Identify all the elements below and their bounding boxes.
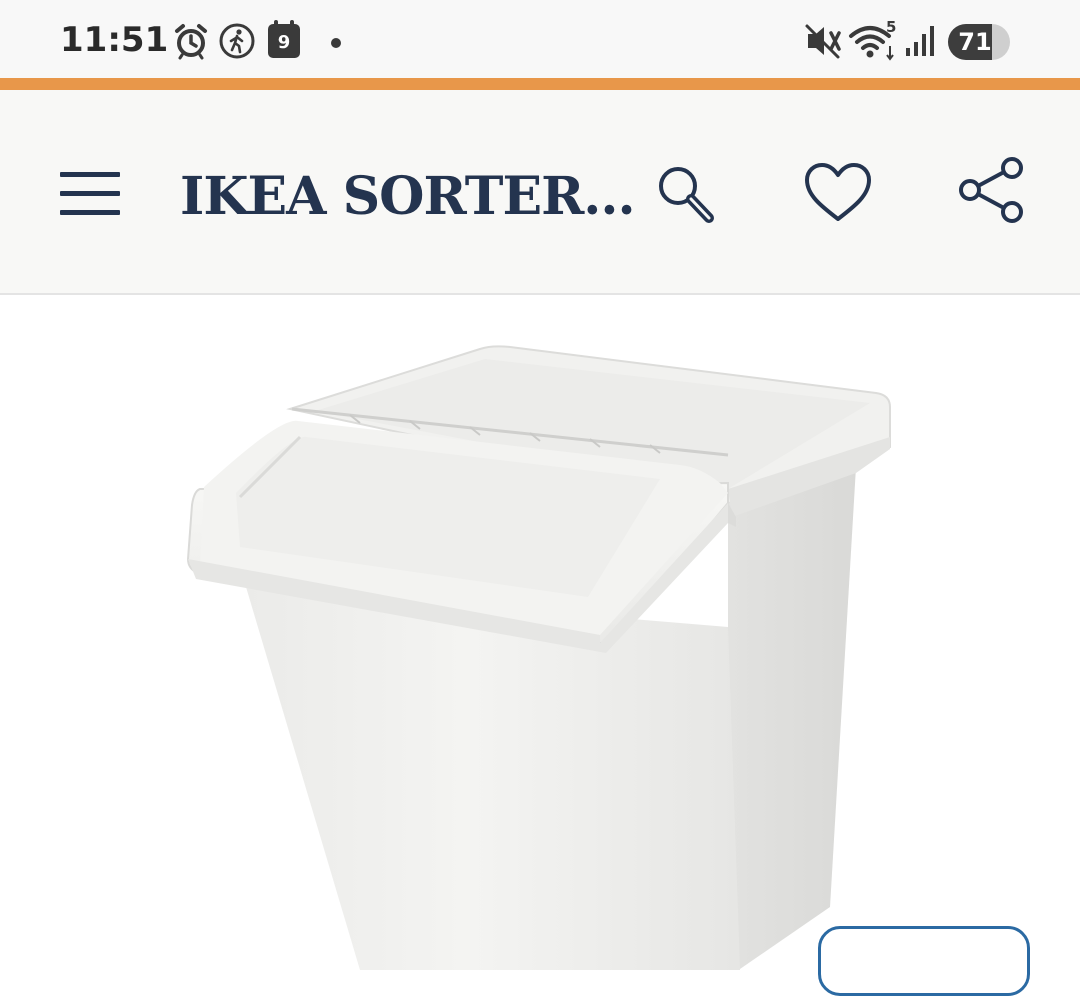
status-time: 11:51 — [60, 20, 169, 60]
walking-icon — [219, 23, 255, 59]
signal-icon — [906, 26, 934, 56]
battery-icon: 71 — [948, 24, 1010, 60]
alarm-icon — [175, 24, 207, 60]
app-header: IKEA SORTER... — [0, 90, 1080, 295]
status-bar: 11:51 9 5 71 — [0, 0, 1080, 78]
wifi-label: 5 — [886, 18, 897, 36]
heart-icon[interactable] — [803, 162, 873, 224]
battery-level: 71 — [958, 28, 992, 56]
calendar-icon: 9 — [268, 20, 300, 58]
mute-icon — [805, 24, 841, 59]
menu-icon[interactable] — [60, 172, 120, 216]
accent-bar — [0, 78, 1080, 90]
floating-action-button[interactable] — [818, 926, 1030, 996]
notification-dot — [331, 38, 341, 48]
product-image[interactable] — [180, 297, 900, 970]
share-icon[interactable] — [956, 156, 1026, 224]
page-title: IKEA SORTER... — [180, 166, 636, 227]
search-icon[interactable] — [654, 164, 718, 226]
product-content — [0, 297, 1080, 970]
